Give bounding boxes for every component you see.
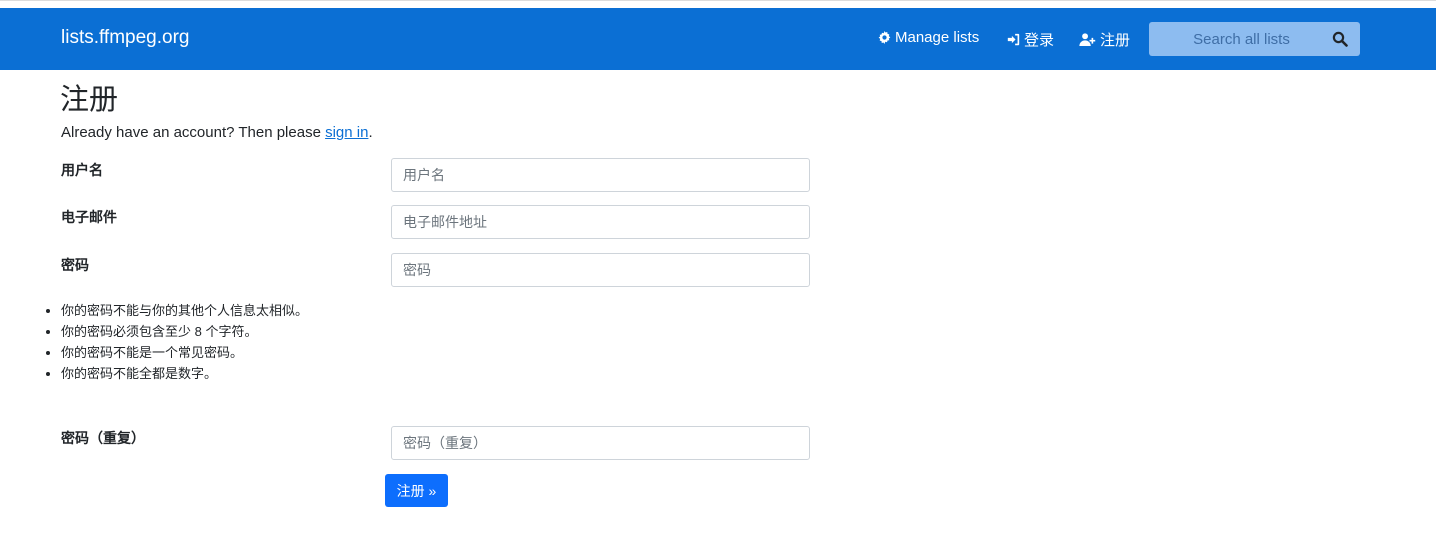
register-submit-button[interactable]: 注册 »: [385, 474, 448, 507]
intro-suffix: .: [368, 124, 373, 141]
password-help-item: 你的密码不能是一个常见密码。: [61, 342, 308, 363]
password-help-item: 你的密码不能与你的其他个人信息太相似。: [61, 300, 308, 321]
window-top-border: [0, 0, 1436, 8]
search-input[interactable]: [1149, 22, 1324, 56]
manage-lists-label: Manage lists: [895, 29, 980, 46]
intro-prefix: Already have an account? Then please: [61, 124, 326, 141]
password-label: 密码: [61, 257, 89, 273]
manage-lists-link[interactable]: Manage lists: [878, 29, 979, 46]
email-field[interactable]: [391, 205, 810, 239]
password-field[interactable]: [391, 253, 810, 287]
register-label: 注册: [1100, 32, 1131, 49]
password-help-list: 你的密码不能与你的其他个人信息太相似。 你的密码必须包含至少 8 个字符。 你的…: [44, 300, 308, 384]
page-title: 注册: [60, 84, 119, 116]
register-link[interactable]: 注册: [1079, 29, 1130, 50]
intro-text: Already have an account? Then please sig…: [61, 124, 373, 141]
gear-icon: [878, 31, 891, 44]
login-link[interactable]: 登录: [1007, 29, 1054, 50]
sign-in-icon: [1007, 33, 1020, 46]
password-repeat-label: 密码（重复）: [61, 430, 145, 446]
navbar: lists.ffmpeg.org Manage lists 登录 注册: [0, 8, 1436, 70]
password-help-item: 你的密码不能全都是数字。: [61, 363, 308, 384]
username-field[interactable]: [391, 158, 810, 192]
login-label: 登录: [1024, 32, 1055, 49]
user-plus-icon: [1079, 33, 1096, 46]
search-icon[interactable]: [1332, 31, 1348, 47]
email-label: 电子邮件: [61, 209, 117, 225]
brand-link[interactable]: lists.ffmpeg.org: [61, 27, 189, 49]
username-label: 用户名: [61, 162, 103, 178]
search-box: [1149, 22, 1360, 56]
password-help-item: 你的密码必须包含至少 8 个字符。: [61, 321, 308, 342]
sign-in-link[interactable]: sign in: [325, 124, 368, 141]
password-repeat-field[interactable]: [391, 426, 810, 460]
